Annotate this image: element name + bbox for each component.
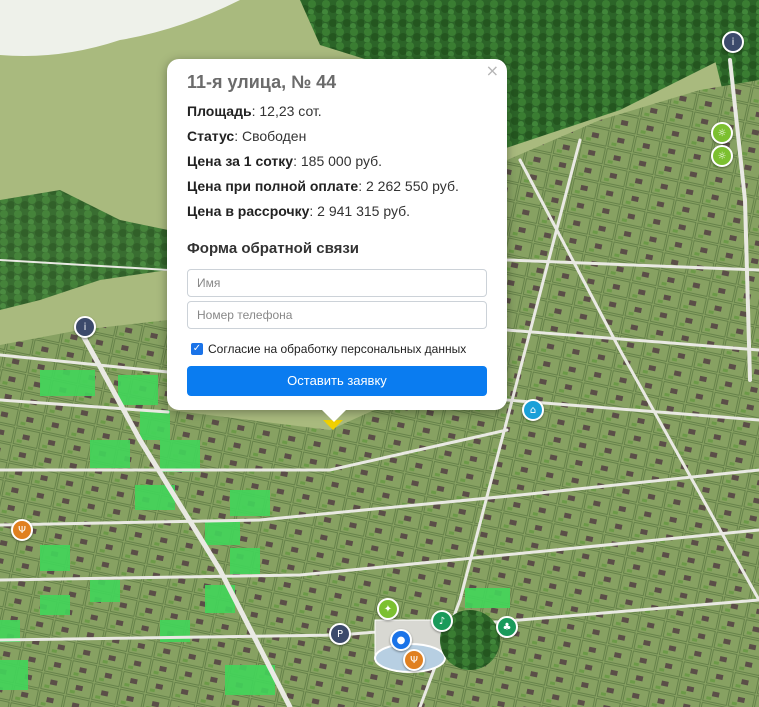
area-label: Площадь <box>187 103 252 119</box>
phone-field[interactable] <box>187 301 487 329</box>
submit-button[interactable]: Оставить заявку <box>187 366 487 396</box>
pin-icon[interactable]: ● <box>390 629 412 651</box>
consent-checkbox-row[interactable]: ✓ Согласие на обработку персональных дан… <box>191 342 466 356</box>
info-icon[interactable]: i <box>722 31 744 53</box>
sport-icon[interactable]: ✦ <box>377 598 399 620</box>
installment-label: Цена в рассрочку <box>187 203 310 219</box>
bus-icon[interactable]: ⌂ <box>522 399 544 421</box>
food-icon[interactable]: Ψ <box>403 649 425 671</box>
installment-row: Цена в рассрочку: 2 941 315 руб. <box>187 203 410 219</box>
food-icon[interactable]: Ψ <box>11 519 33 541</box>
price-row: Цена за 1 сотку: 185 000 руб. <box>187 153 382 169</box>
parking-icon[interactable]: P <box>329 623 351 645</box>
playground-icon[interactable]: ☼ <box>711 122 733 144</box>
price-label: Цена за 1 сотку <box>187 153 294 169</box>
lot-info-popup: × 11-я улица, № 44 Площадь: 12,23 сот. С… <box>167 59 507 410</box>
consent-checkbox[interactable]: ✓ <box>191 343 203 355</box>
playground-icon[interactable]: ☼ <box>711 145 733 167</box>
full-price-row: Цена при полной оплате: 2 262 550 руб. <box>187 178 459 194</box>
area-row: Площадь: 12,23 сот. <box>187 103 322 119</box>
music-icon[interactable]: ♪ <box>431 610 453 632</box>
status-row: Статус: Свободен <box>187 128 306 144</box>
info-icon[interactable]: i <box>74 316 96 338</box>
area-value: : 12,23 сот. <box>251 103 322 119</box>
tree-icon[interactable]: ♣ <box>496 616 518 638</box>
full-price-value: : 2 262 550 руб. <box>358 178 459 194</box>
popup-pointer <box>320 408 348 422</box>
close-icon[interactable]: × <box>486 63 499 79</box>
price-value: : 185 000 руб. <box>293 153 383 169</box>
consent-label: Согласие на обработку персональных данны… <box>208 342 467 356</box>
name-field[interactable] <box>187 269 487 297</box>
lot-title: 11-я улица, № 44 <box>187 72 337 92</box>
form-title: Форма обратной связи <box>187 240 360 257</box>
installment-value: : 2 941 315 руб. <box>309 203 411 219</box>
full-price-label: Цена при полной оплате <box>187 178 359 194</box>
status-label: Статус <box>187 128 235 144</box>
status-value: : Свободен <box>234 128 307 144</box>
